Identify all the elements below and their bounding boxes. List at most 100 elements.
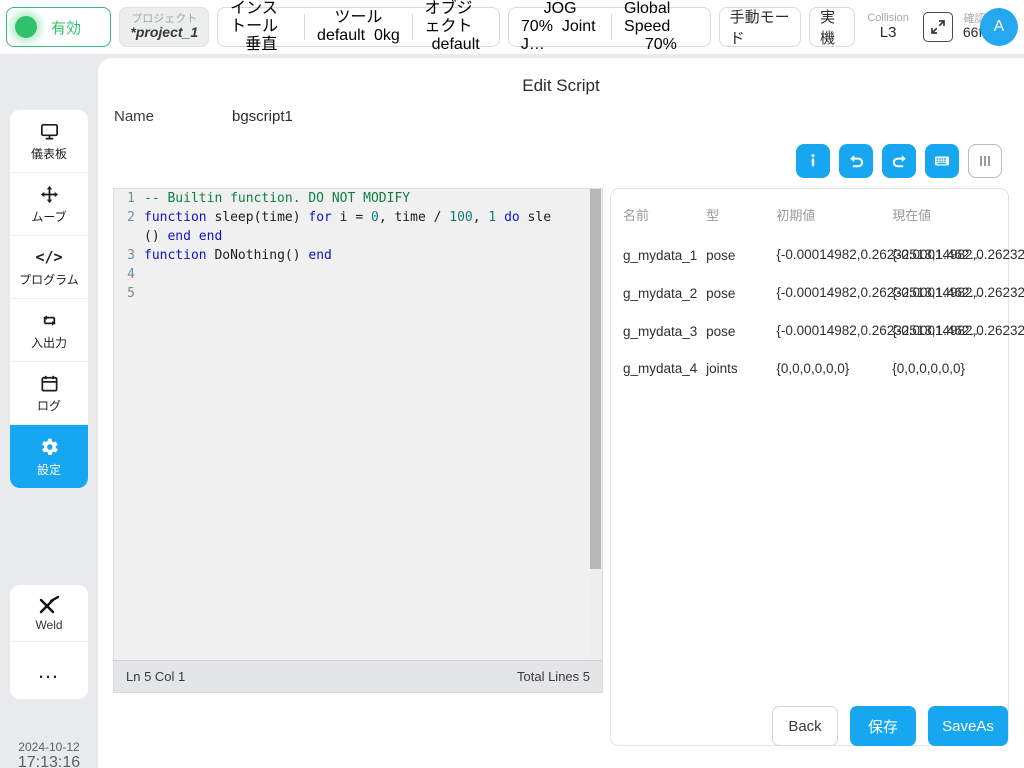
variable-type: pose [706, 285, 736, 301]
expand-arrows-icon[interactable] [922, 12, 953, 42]
tool-value: default [317, 27, 366, 44]
footer-actions: Back 保存 SaveAs [772, 706, 1008, 746]
save-button[interactable]: 保存 [850, 706, 916, 746]
top-status-bar: 有効 プロジェクト *project_1 インストール 垂直 ツール defau… [0, 0, 1024, 54]
sidebar-item-label: ログ [36, 399, 61, 413]
sidebar-tool-label: Weld [35, 617, 63, 632]
global-speed-caption: Global Speed [624, 0, 671, 36]
code-line: 5 [114, 284, 602, 303]
table-row[interactable]: g_mydata_4 joints {0,0,0,0,0,0} {0,0,0,0… [611, 350, 1008, 387]
collision-caption: Collision [867, 12, 909, 25]
page-title: Edit Script [522, 76, 600, 95]
sidebar-item-io[interactable]: 入出力 [10, 299, 88, 362]
sidebar-nav-card: 儀表板 ムーブ </> プログラム 入出力 ログ 設定 [10, 110, 88, 488]
install-segment[interactable]: インストール 垂直 [218, 0, 304, 54]
sidebar-tool-card: Weld … [10, 585, 88, 699]
jog-segment[interactable]: JOG 70% Joint J… [509, 0, 611, 54]
code-line-wrap: () end end [114, 227, 602, 246]
scrollbar-thumb[interactable] [590, 189, 601, 569]
sidebar-tool-weld[interactable]: Weld [10, 585, 88, 642]
gear-icon [38, 436, 60, 458]
editor-vertical-scrollbar[interactable] [590, 189, 601, 660]
variable-initial-value: {-0.00014982,0.26232513,1.462… [776, 247, 983, 262]
object-segment[interactable]: オブジェクト default [412, 0, 498, 54]
robot-status-chip[interactable]: 有効 [6, 7, 112, 47]
column-header-type: 型 [706, 208, 720, 223]
variable-type: pose [706, 247, 736, 263]
install-tool-object-chip[interactable]: インストール 垂直 ツール default 0kg オブジェクト default [217, 0, 500, 53]
editor-toolbar [796, 144, 1002, 178]
sidebar-item-move[interactable]: ムーブ [10, 173, 88, 236]
info-icon-button[interactable] [796, 144, 830, 178]
table-row[interactable]: g_mydata_3 pose {-0.00014982,0.26232513,… [611, 312, 1024, 350]
line-text: function DoNothing() end [144, 248, 332, 263]
sidebar-tool-more[interactable]: … [10, 642, 88, 699]
variable-current-value: {-0.00014982,0.26232513,1.462… [892, 285, 1024, 300]
variable-current-value: {-0.00014982,0.26232513,1.462… [892, 323, 1024, 338]
variable-type: joints [706, 361, 738, 376]
object-caption: オブジェクト [424, 0, 473, 36]
user-avatar[interactable]: A [980, 8, 1018, 46]
sidebar-item-program[interactable]: </> プログラム [10, 236, 88, 299]
collision-indicator[interactable]: Collision L3 [867, 12, 909, 41]
variable-name: g_mydata_3 [623, 323, 698, 339]
line-number: 4 [127, 267, 135, 282]
line-text: -- Builtin function. DO NOT MODIFY [144, 191, 411, 206]
table-row[interactable]: g_mydata_2 pose {-0.00014982,0.26232513,… [611, 274, 1024, 312]
editor-status-bar: Ln 5 Col 1 Total Lines 5 [114, 660, 602, 692]
clock-date: 2024-10-12 [18, 740, 80, 754]
variable-initial-value: {-0.00014982,0.26232513,1.462… [776, 285, 983, 300]
back-button[interactable]: Back [772, 706, 838, 746]
line-number: 3 [127, 248, 135, 263]
script-name-value[interactable]: bgscript1 [232, 108, 293, 125]
weld-torch-icon [36, 595, 62, 617]
calendar-icon [39, 372, 60, 394]
status-led-icon [15, 16, 37, 38]
column-header-name: 名前 [623, 208, 650, 223]
sidebar-item-dashboard[interactable]: 儀表板 [10, 110, 88, 173]
code-line: 1 -- Builtin function. DO NOT MODIFY [114, 189, 602, 208]
global-speed-segment[interactable]: Global Speed 70% [612, 0, 710, 54]
table-header-row: 名前 型 初期値 現在値 [611, 189, 1008, 236]
line-number: 1 [127, 191, 135, 206]
project-name: *project_1 [130, 24, 199, 41]
line-text: () end end [144, 229, 223, 244]
table-row[interactable]: g_mydata_1 pose {-0.00014982,0.26232513,… [611, 236, 1024, 274]
global-speed-value: 70% [644, 35, 677, 53]
variable-initial-value: {-0.00014982,0.26232513,1.462… [776, 323, 983, 338]
jog-caption: JOG [543, 0, 577, 18]
io-exchange-icon [39, 309, 60, 331]
sidebar-item-label: ムーブ [31, 210, 67, 224]
app-root: 有効 プロジェクト *project_1 インストール 垂直 ツール defau… [0, 0, 1024, 768]
panel-columns-icon-button[interactable] [968, 144, 1002, 178]
project-chip[interactable]: プロジェクト *project_1 [119, 7, 210, 47]
tool-segment[interactable]: ツール default 0kg [305, 9, 412, 45]
monitor-icon [39, 120, 60, 142]
sidebar-item-settings[interactable]: 設定 [10, 425, 88, 488]
code-area[interactable]: 1 -- Builtin function. DO NOT MODIFY 2 f… [114, 189, 602, 660]
sidebar-item-label: 入出力 [30, 336, 67, 350]
code-line: 3 function DoNothing() end [114, 246, 602, 265]
real-machine-button[interactable]: 実機 [809, 7, 856, 47]
redo-icon-button[interactable] [882, 144, 916, 178]
code-brackets-icon: </> [35, 248, 63, 266]
clock: 2024-10-12 17:13:16 [0, 740, 98, 768]
variables-panel: 名前 型 初期値 現在値 g_mydata_1 pose {-0.0001498… [610, 188, 1024, 746]
undo-icon-button[interactable] [839, 144, 873, 178]
sidebar: 儀表板 ムーブ </> プログラム 入出力 ログ 設定 Weld … 2024-… [0, 54, 98, 768]
jog-speed-chip[interactable]: JOG 70% Joint J… Global Speed 70% [507, 0, 711, 53]
main-panel: Edit Script Name bgscript1 1 -- Builtin … [98, 58, 1024, 768]
line-number [114, 227, 144, 246]
variable-current-value: {0,0,0,0,0,0} [892, 361, 966, 376]
install-value: 垂直 [245, 35, 278, 53]
code-editor[interactable]: 1 -- Builtin function. DO NOT MODIFY 2 f… [113, 188, 603, 693]
sidebar-item-log[interactable]: ログ [10, 362, 88, 425]
total-lines: Total Lines 5 [517, 669, 590, 684]
manual-mode-button[interactable]: 手動モード [718, 7, 802, 47]
save-as-button[interactable]: SaveAs [928, 706, 1008, 746]
script-name-row: Name bgscript1 [114, 108, 293, 125]
ellipsis-icon: … [37, 657, 61, 683]
variables-table: 名前 型 初期値 現在値 g_mydata_1 pose {-0.0001498… [611, 189, 1024, 387]
keyboard-icon-button[interactable] [925, 144, 959, 178]
variable-initial-value: {0,0,0,0,0,0} [776, 361, 850, 376]
